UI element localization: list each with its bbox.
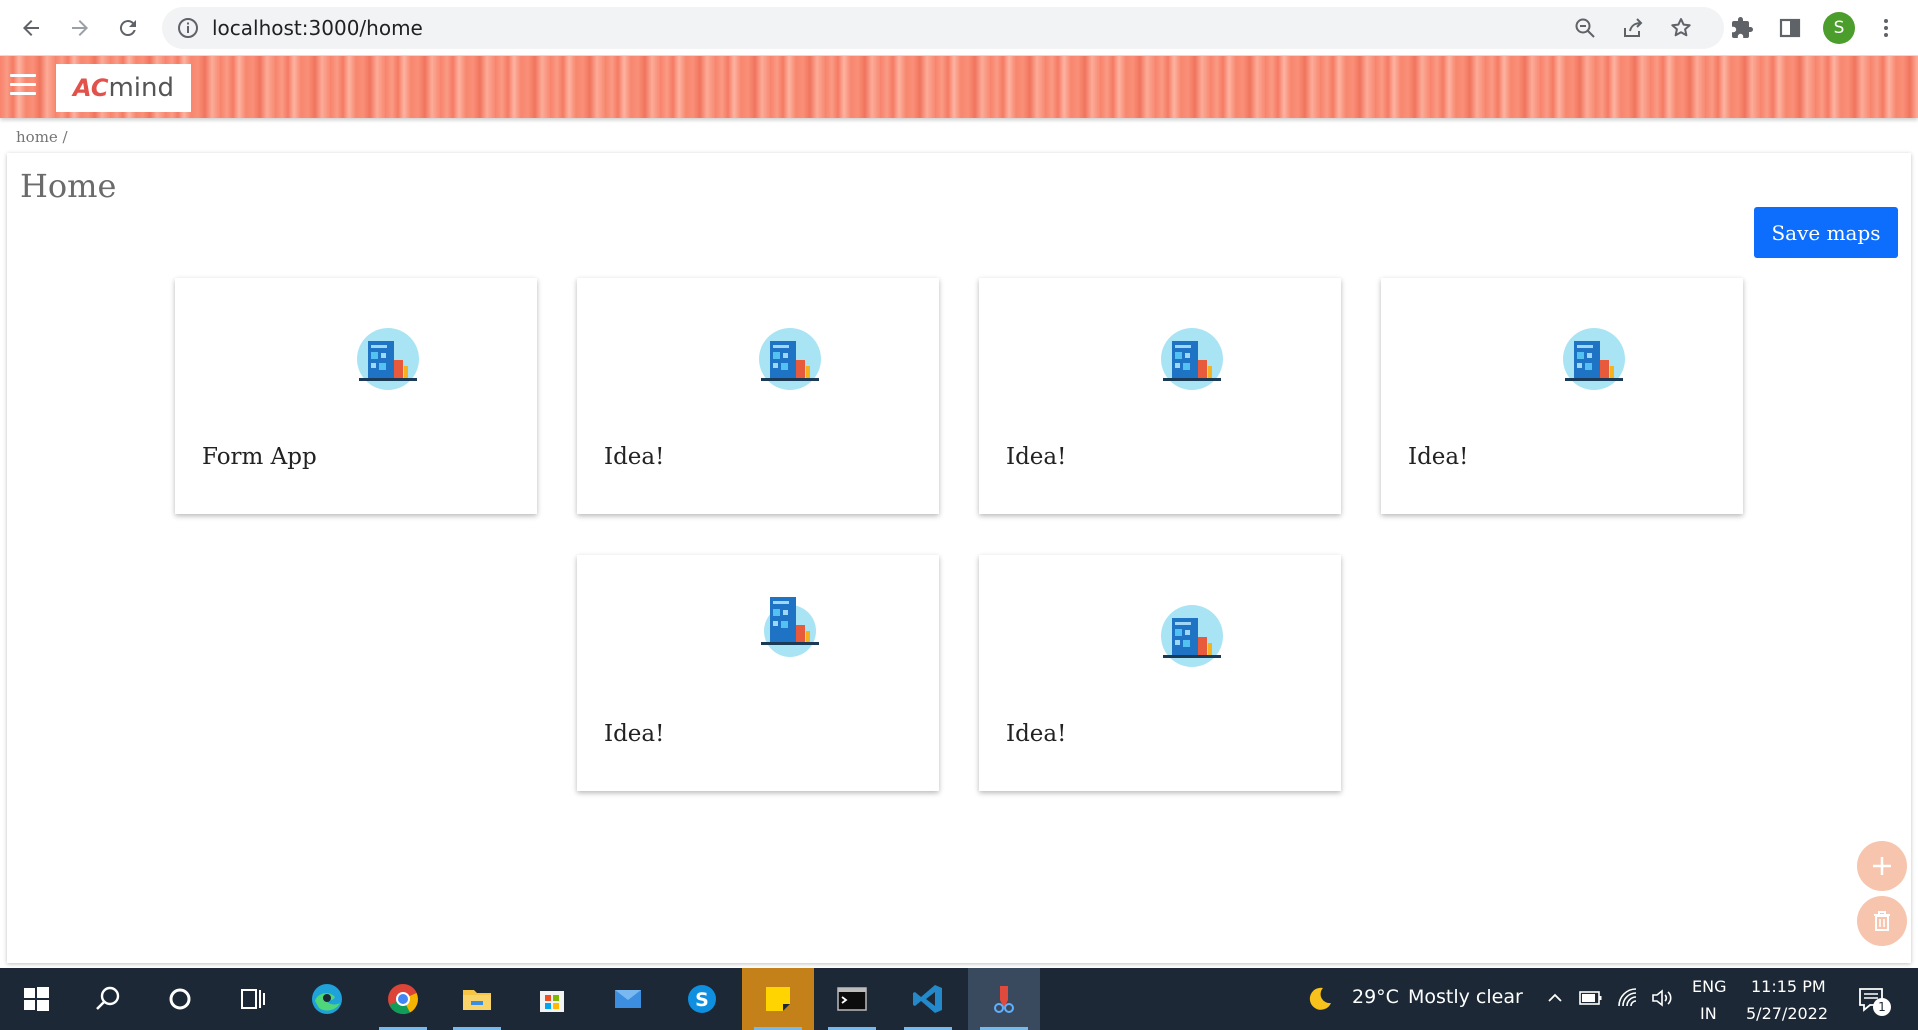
action-center-button[interactable]: 1 (1856, 984, 1891, 1016)
wifi-icon[interactable] (1616, 986, 1640, 1010)
svg-text:S: S (695, 989, 709, 1011)
reload-icon (119, 20, 136, 37)
share-icon[interactable] (1621, 16, 1645, 40)
plus-icon (1873, 857, 1891, 875)
add-button[interactable] (1857, 841, 1907, 891)
terminal-icon (837, 987, 867, 1011)
app-header: AC mind (0, 56, 1918, 118)
snip-icon (994, 986, 1014, 1013)
card-title: Form App (202, 444, 317, 470)
folder-icon (463, 990, 491, 1010)
taskbar: S 29°C Mostly clear ENG IN 11:15 PM 5/27… (0, 968, 1918, 1030)
save-maps-button[interactable]: Save maps (1754, 207, 1898, 258)
back-button[interactable] (13, 10, 49, 46)
start-button[interactable] (0, 968, 72, 1030)
card-form-app[interactable]: Form App (175, 278, 537, 514)
building-icon (1161, 605, 1223, 667)
moon-icon[interactable] (1306, 985, 1334, 1013)
arrow-right-icon (72, 20, 88, 36)
chrome-icon (388, 984, 418, 1015)
vscode-icon (913, 985, 942, 1013)
search-button[interactable] (72, 968, 144, 1030)
card-title: Idea! (1006, 721, 1067, 747)
logo-mark: AC (73, 74, 109, 102)
browser-toolbar: localhost:3000/home S (0, 0, 1918, 56)
weather-temperature[interactable]: 29°C (1352, 986, 1399, 1008)
cortana-button[interactable] (144, 968, 216, 1030)
building-icon (759, 328, 821, 390)
building-icon (357, 328, 419, 390)
skype-button[interactable]: S (666, 968, 738, 1030)
menu-icon[interactable] (10, 74, 36, 96)
address-bar[interactable]: localhost:3000/home (162, 7, 1724, 49)
card-title: Idea! (604, 721, 665, 747)
bookmark-star-icon[interactable] (1669, 16, 1693, 40)
chrome-button[interactable] (367, 968, 439, 1030)
sticky-note-icon (766, 987, 790, 1011)
mail-button[interactable] (592, 968, 664, 1030)
info-icon[interactable] (176, 16, 200, 40)
puzzle-icon (1732, 17, 1753, 38)
language-indicator[interactable]: ENG (1692, 977, 1726, 996)
url-text[interactable]: localhost:3000/home (212, 7, 423, 49)
card-title: Idea! (1006, 444, 1067, 470)
clock-date[interactable]: 5/27/2022 (1746, 1004, 1828, 1023)
card-title: Idea! (1408, 444, 1469, 470)
edge-button[interactable] (291, 968, 363, 1030)
battery-icon[interactable] (1578, 988, 1604, 1008)
main-panel: Home Save maps Form App Idea! Idea! Idea… (7, 153, 1911, 963)
store-button[interactable] (516, 968, 588, 1030)
card-idea[interactable]: Idea! (577, 278, 939, 514)
browser-menu-button[interactable] (1868, 10, 1904, 46)
building-icon (1161, 328, 1223, 390)
card-idea[interactable]: Idea! (577, 555, 939, 791)
mail-icon (615, 990, 641, 1008)
vscode-button[interactable] (892, 968, 964, 1030)
side-panel-button[interactable] (1772, 10, 1808, 46)
forward-button[interactable] (62, 10, 98, 46)
card-idea[interactable]: Idea! (979, 555, 1341, 791)
extensions-button[interactable] (1724, 10, 1760, 46)
trash-icon (1874, 911, 1890, 931)
card-idea[interactable]: Idea! (979, 278, 1341, 514)
volume-icon[interactable] (1650, 986, 1674, 1010)
windows-icon (24, 987, 49, 1011)
task-view-button[interactable] (216, 968, 288, 1030)
edge-icon (312, 984, 342, 1014)
app-logo[interactable]: AC mind (56, 64, 191, 112)
arrow-left-icon (23, 20, 39, 36)
profile-avatar[interactable]: S (1823, 12, 1855, 44)
breadcrumb[interactable]: home / (16, 128, 68, 146)
building-icon (1563, 328, 1625, 390)
cortana-icon (169, 988, 191, 1010)
skype-icon: S (688, 985, 716, 1013)
store-icon (540, 991, 564, 1012)
chevron-up-icon[interactable] (1545, 988, 1565, 1008)
zoom-icon[interactable] (1573, 16, 1597, 40)
region-indicator[interactable]: IN (1700, 1004, 1717, 1023)
more-vertical-icon (1884, 19, 1888, 37)
search-icon (96, 986, 120, 1010)
card-idea[interactable]: Idea! (1381, 278, 1743, 514)
sticky-notes-button[interactable] (742, 968, 814, 1030)
reload-button[interactable] (110, 10, 146, 46)
file-explorer-button[interactable] (441, 968, 513, 1030)
building-icon (761, 597, 819, 657)
weather-condition[interactable]: Mostly clear (1408, 986, 1523, 1008)
card-title: Idea! (604, 444, 665, 470)
clock-time[interactable]: 11:15 PM (1751, 977, 1826, 996)
task-view-icon (241, 989, 265, 1009)
notification-count-badge: 1 (1873, 998, 1891, 1016)
terminal-button[interactable] (816, 968, 888, 1030)
snipping-tool-button[interactable] (968, 968, 1040, 1030)
page-title: Home (20, 167, 117, 205)
delete-button[interactable] (1857, 896, 1907, 946)
logo-text: mind (108, 73, 174, 103)
side-panel-icon (1779, 18, 1801, 38)
